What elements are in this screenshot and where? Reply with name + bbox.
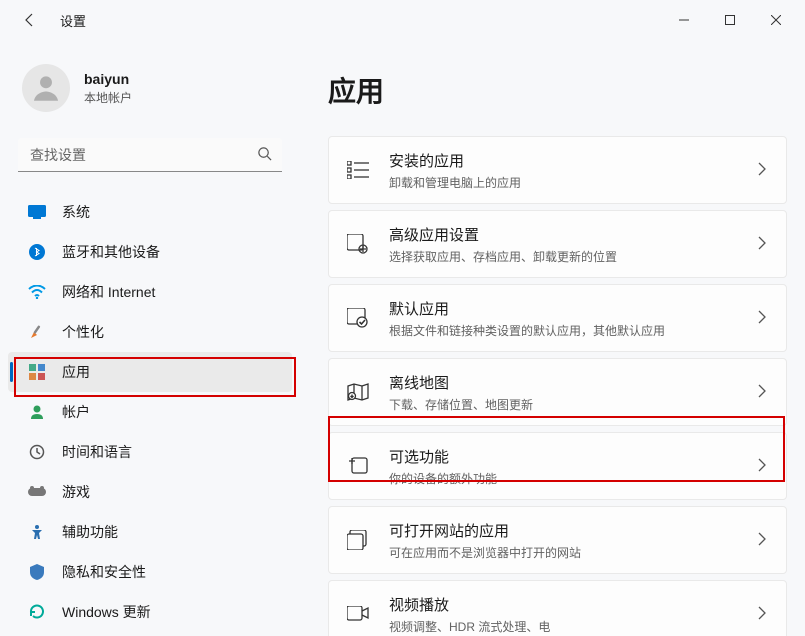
nav-label: 游戏 [62,482,90,502]
card-title: 离线地图 [389,372,740,393]
list-icon [345,157,371,183]
chevron-right-icon [758,162,766,179]
main-content: 应用 安装的应用 卸载和管理电脑上的应用 高级应用设置 选择获取应用、存档应用、… [300,40,805,636]
nav-item-time-language[interactable]: 时间和语言 [0,432,300,472]
nav-label: Windows 更新 [62,602,151,622]
nav-label: 个性化 [62,322,104,342]
nav-item-network[interactable]: 网络和 Internet [0,272,300,312]
card-optional-features[interactable]: 可选功能 你的设备的额外功能 [328,432,787,500]
clock-icon [28,443,46,461]
minimize-button[interactable] [661,4,707,36]
nav-item-windows-update[interactable]: Windows 更新 [0,592,300,632]
chevron-right-icon [758,310,766,327]
titlebar: 设置 [0,0,805,40]
card-subtitle: 选择获取应用、存档应用、卸载更新的位置 [389,248,740,265]
nav-item-accessibility[interactable]: 辅助功能 [0,512,300,552]
website-apps-icon [345,527,371,553]
card-subtitle: 你的设备的额外功能 [389,470,740,487]
card-apps-for-websites[interactable]: 可打开网站的应用 可在应用而不是浏览器中打开的网站 [328,506,787,574]
search-container [18,138,282,172]
card-video-playback[interactable]: 视频播放 视频调整、HDR 流式处理、电 [328,580,787,636]
nav-item-apps[interactable]: 应用 [8,352,292,392]
card-title: 可打开网站的应用 [389,520,740,541]
nav-item-gaming[interactable]: 游戏 [0,472,300,512]
sidebar: baiyun 本地帐户 系统 蓝牙和其他设备 网络和 Internet [0,40,300,636]
wifi-icon [28,283,46,301]
account-icon [28,403,46,421]
chevron-right-icon [758,606,766,623]
chevron-right-icon [758,236,766,253]
avatar [22,64,70,112]
card-installed-apps[interactable]: 安装的应用 卸载和管理电脑上的应用 [328,136,787,204]
card-subtitle: 下载、存储位置、地图更新 [389,396,740,413]
close-button[interactable] [753,4,799,36]
nav-label: 应用 [62,362,90,382]
card-subtitle: 根据文件和链接种类设置的默认应用，其他默认应用 [389,322,740,339]
nav-item-personalization[interactable]: 个性化 [0,312,300,352]
maximize-icon [725,15,735,25]
nav-label: 网络和 Internet [62,282,155,302]
nav-item-system[interactable]: 系统 [0,192,300,232]
card-title: 可选功能 [389,446,740,467]
card-title: 高级应用设置 [389,224,740,245]
window-controls [661,4,799,36]
nav-item-accounts[interactable]: 帐户 [0,392,300,432]
user-block[interactable]: baiyun 本地帐户 [0,50,300,134]
back-button[interactable] [14,4,46,36]
card-title: 安装的应用 [389,150,740,171]
card-subtitle: 可在应用而不是浏览器中打开的网站 [389,544,740,561]
chevron-right-icon [758,532,766,549]
map-icon [345,379,371,405]
chevron-right-icon [758,458,766,475]
paintbrush-icon [28,323,46,341]
minimize-icon [679,15,689,25]
nav-list: 系统 蓝牙和其他设备 网络和 Internet 个性化 应用 帐户 [0,192,300,632]
settings-card-list: 安装的应用 卸载和管理电脑上的应用 高级应用设置 选择获取应用、存档应用、卸载更… [328,136,787,636]
arrow-left-icon [22,12,38,28]
update-icon [28,603,46,621]
window-title: 设置 [60,11,86,30]
account-type: 本地帐户 [84,89,132,106]
accessibility-icon [28,523,46,541]
system-icon [28,203,46,221]
card-advanced-app-settings[interactable]: 高级应用设置 选择获取应用、存档应用、卸载更新的位置 [328,210,787,278]
nav-label: 蓝牙和其他设备 [62,242,160,262]
card-default-apps[interactable]: 默认应用 根据文件和链接种类设置的默认应用，其他默认应用 [328,284,787,352]
chevron-right-icon [758,384,766,401]
card-title: 视频播放 [389,594,740,615]
nav-item-bluetooth[interactable]: 蓝牙和其他设备 [0,232,300,272]
nav-label: 时间和语言 [62,442,132,462]
shield-icon [28,563,46,581]
close-icon [771,15,781,25]
app-settings-icon [345,231,371,257]
nav-label: 帐户 [62,402,90,422]
page-title: 应用 [328,70,787,110]
optional-features-icon [345,453,371,479]
card-subtitle: 卸载和管理电脑上的应用 [389,174,740,191]
video-icon [345,601,371,627]
gamepad-icon [28,483,46,501]
search-input[interactable] [18,138,282,172]
bluetooth-icon [28,243,46,261]
nav-label: 系统 [62,202,90,222]
search-icon [257,146,272,164]
card-subtitle: 视频调整、HDR 流式处理、电 [389,618,740,635]
person-icon [29,71,63,105]
card-title: 默认应用 [389,298,740,319]
card-offline-maps[interactable]: 离线地图 下载、存储位置、地图更新 [328,358,787,426]
nav-label: 辅助功能 [62,522,118,542]
user-name: baiyun [84,71,132,87]
default-apps-icon [345,305,371,331]
nav-item-privacy[interactable]: 隐私和安全性 [0,552,300,592]
nav-label: 隐私和安全性 [62,562,146,582]
apps-icon [28,363,46,381]
maximize-button[interactable] [707,4,753,36]
